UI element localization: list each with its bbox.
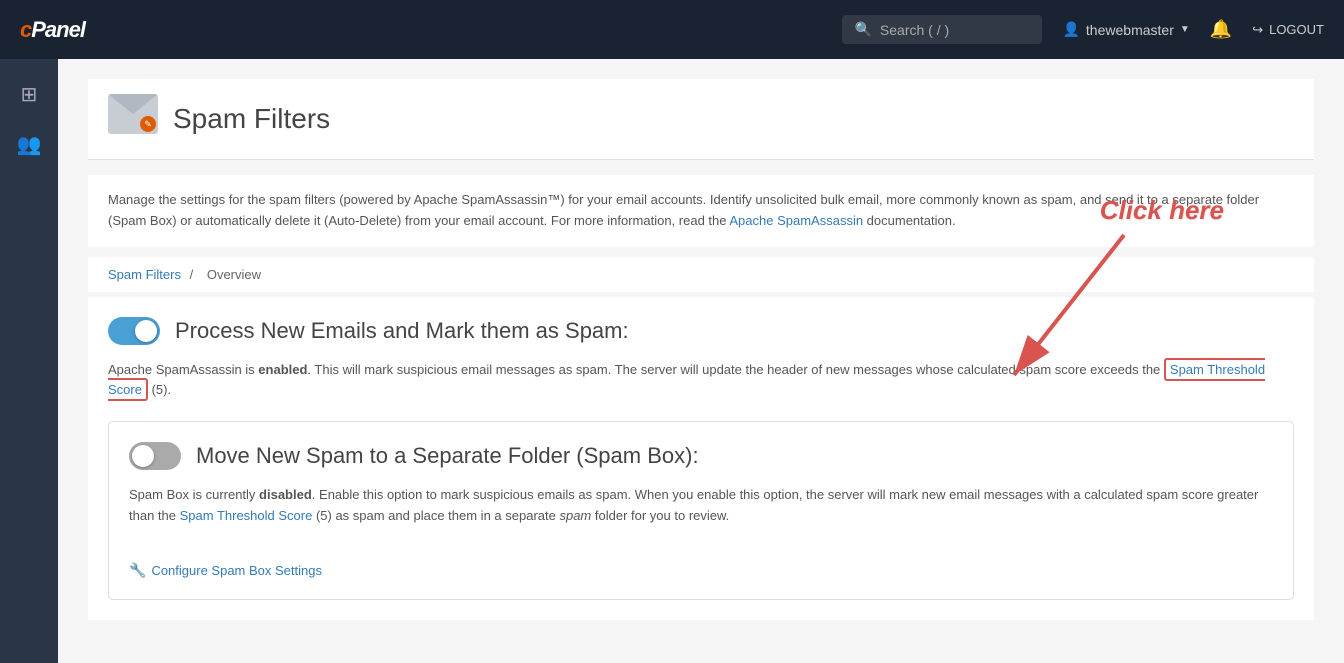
logout-icon: ↪ (1252, 22, 1263, 38)
breadcrumb-separator: / (190, 267, 194, 282)
search-placeholder: Search ( / ) (880, 22, 949, 38)
search-bar[interactable]: 🔍 Search ( / ) (842, 15, 1042, 44)
email-envelope-icon: ✎ (108, 94, 158, 134)
section1-threshold-value: (5). (148, 382, 171, 397)
logout-button[interactable]: ↪ LOGOUT (1252, 22, 1324, 38)
user-icon: 👤 (1062, 21, 1079, 38)
section1-enabled-label: enabled (258, 362, 307, 377)
spam-italic: spam (559, 508, 591, 523)
main-content: ✎ Spam Filters Manage the settings for t… (58, 59, 1344, 663)
wrench-icon: 🔧 (129, 562, 146, 579)
sidebar: ⊞ 👥 (0, 59, 58, 663)
section2-desc-end: folder for you to review. (591, 508, 729, 523)
configure-spam-box-label: Configure Spam Box Settings (151, 563, 322, 578)
section1-description: Apache SpamAssassin is enabled. This wil… (108, 360, 1294, 402)
description-text-2: documentation. (863, 213, 956, 228)
spam-box-toggle[interactable] (129, 442, 181, 470)
page-header: ✎ Spam Filters (88, 79, 1314, 160)
breadcrumb: Spam Filters / Overview (88, 257, 1314, 292)
section2-header: Move New Spam to a Separate Folder (Spam… (129, 442, 1273, 470)
section2-title: Move New Spam to a Separate Folder (Spam… (196, 443, 699, 469)
section1-desc-part2: . This will mark suspicious email messag… (307, 362, 1163, 377)
users-icon: 👥 (17, 132, 42, 157)
content-area: Process New Emails and Mark them as Spam… (88, 297, 1314, 620)
section2-disabled-label: disabled (259, 487, 312, 502)
page-title: Spam Filters (173, 103, 330, 135)
pen-icon: ✎ (140, 116, 156, 132)
section2-description: Spam Box is currently disabled. Enable t… (129, 485, 1273, 527)
cpanel-logo: cPanel (20, 17, 85, 43)
section1-header: Process New Emails and Mark them as Spam… (108, 317, 1294, 345)
logout-label: LOGOUT (1269, 22, 1324, 37)
sidebar-item-grid[interactable]: ⊞ (9, 74, 49, 114)
page-icon: ✎ (108, 94, 158, 144)
process-emails-toggle[interactable] (108, 317, 160, 345)
top-navigation: cPanel 🔍 Search ( / ) 👤 thewebmaster ▼ 🔔… (0, 0, 1344, 59)
breadcrumb-current: Overview (207, 267, 261, 282)
description-text-1: Manage the settings for the spam filters… (108, 192, 1259, 228)
apache-spamassassin-link[interactable]: Apache SpamAssassin (729, 213, 863, 228)
section1-desc-part1: Apache SpamAssassin is (108, 362, 258, 377)
section1-title: Process New Emails and Mark them as Spam… (175, 318, 629, 344)
configure-spam-box-link[interactable]: 🔧 Configure Spam Box Settings (129, 562, 322, 579)
threshold-link-text-2: Spam Threshold Score (180, 508, 313, 523)
spam-threshold-score-link-2[interactable]: Spam Threshold Score (180, 508, 313, 523)
section2-threshold-value: (5) as spam and place them in a separate (312, 508, 559, 523)
user-menu[interactable]: 👤 thewebmaster ▼ (1062, 21, 1189, 38)
search-icon: 🔍 (854, 21, 871, 38)
username-label: thewebmaster (1086, 22, 1174, 38)
chevron-down-icon: ▼ (1180, 24, 1190, 35)
spambox-section: Move New Spam to a Separate Folder (Spam… (108, 421, 1294, 600)
sidebar-item-users[interactable]: 👥 (9, 124, 49, 164)
notifications-bell[interactable]: 🔔 (1210, 19, 1232, 40)
grid-icon: ⊞ (21, 82, 38, 107)
section2-desc-part1: Spam Box is currently (129, 487, 259, 502)
page-description: Manage the settings for the spam filters… (88, 175, 1314, 247)
breadcrumb-spam-filters-link[interactable]: Spam Filters (108, 267, 181, 282)
